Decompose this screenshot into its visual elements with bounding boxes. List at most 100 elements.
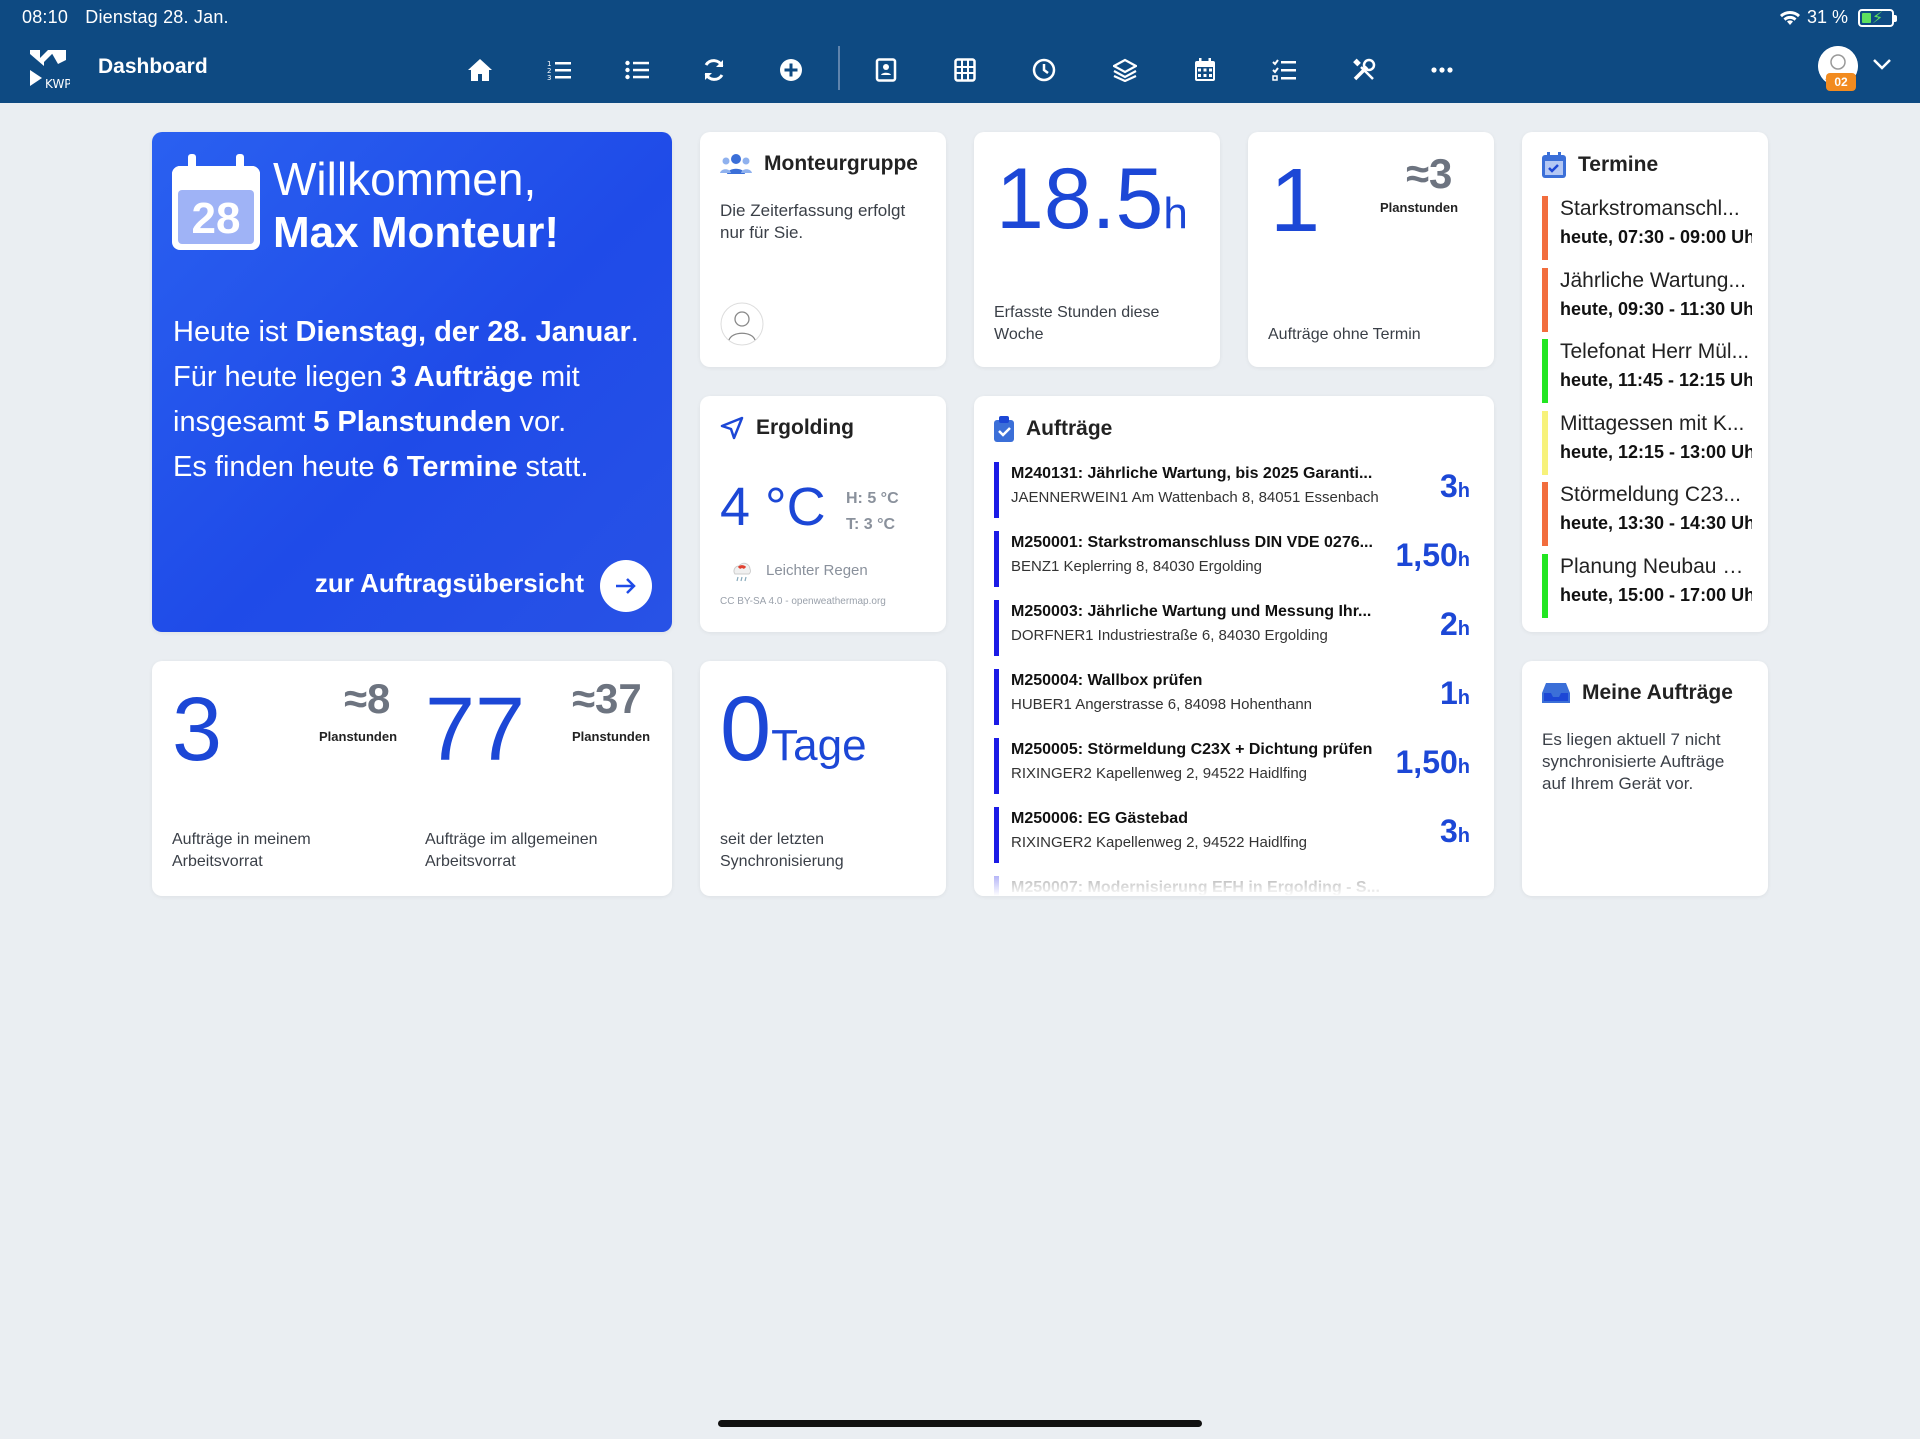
- welcome-card: 28 Willkommen, Max Monteur! Heute ist Di…: [152, 132, 672, 632]
- sync-card: 0Tage seit der letzten Synchronisierung: [700, 661, 946, 896]
- calendar-check-icon: [1542, 152, 1566, 178]
- termin-time: heute, 07:30 - 09:00 Uhr: [1560, 227, 1752, 247]
- order-hours: 1,50h: [1396, 744, 1471, 781]
- toolbar-divider: [838, 46, 840, 90]
- order-hours: 3h: [1440, 813, 1470, 850]
- weather-header: Ergolding: [720, 416, 854, 440]
- welcome-summary: Heute ist Dienstag, der 28. Januar. Für …: [173, 310, 663, 490]
- card-title: Monteurgruppe: [764, 152, 918, 175]
- termin-title: Planung Neubau E...: [1560, 554, 1752, 578]
- weather-high: H: 5 °C: [846, 490, 899, 507]
- numbered-list-icon[interactable]: 123: [545, 56, 573, 84]
- svg-text:KWP: KWP: [45, 77, 70, 90]
- termin-item[interactable]: Störmeldung C23... heute, 13:30 - 14:30 U…: [1542, 482, 1752, 546]
- welcome-heading: Willkommen, Max Monteur!: [273, 152, 559, 260]
- users-icon: [720, 154, 752, 174]
- termine-header: Termine: [1542, 152, 1658, 178]
- sync-number: 0: [720, 678, 772, 780]
- termin-item[interactable]: Jährliche Wartung... heute, 09:30 - 11:30…: [1542, 267, 1752, 332]
- arbeitsvorrat-card: 3 ≈8 Planstunden Aufträge in meinem Arbe…: [152, 661, 672, 896]
- order-hours: 2h: [1440, 606, 1470, 643]
- add-circle-icon[interactable]: [777, 56, 805, 84]
- mine-label: Aufträge in meinem Arbeitsvorrat: [172, 831, 311, 870]
- tools-icon[interactable]: [1350, 56, 1378, 84]
- order-hours-value: 1,50: [1395, 537, 1458, 573]
- mine-approx: ≈8: [344, 675, 391, 722]
- sync-icon[interactable]: [700, 56, 728, 84]
- unscheduled-approx-label: Planstunden: [1380, 200, 1459, 215]
- summary-text: Heute ist: [173, 316, 296, 348]
- order-hours-value: 2: [1439, 606, 1458, 642]
- hours-unit: h: [1163, 189, 1188, 238]
- summary-orders: 3 Aufträge: [390, 361, 533, 393]
- avatar: [720, 302, 764, 346]
- termin-title: Störmeldung C23...: [1560, 483, 1741, 506]
- card-title: Aufträge: [1026, 417, 1113, 440]
- summary-appointments: 6 Termine: [382, 451, 518, 483]
- order-item[interactable]: M250006: EG Gästebad RIXINGER2 Kapellenwe…: [994, 807, 1470, 863]
- hours-number: 18.5: [996, 151, 1164, 247]
- summary-text: insgesamt: [173, 406, 314, 438]
- termin-title: Starkstromanschl...: [1560, 197, 1740, 220]
- auftraege-card: Aufträge M240131: Jährliche Wartung, bis…: [974, 396, 1494, 896]
- status-time: 08:10: [22, 7, 69, 27]
- order-item[interactable]: M250004: Wallbox prüfen HUBER1 Angerstras…: [994, 669, 1470, 725]
- welcome-name: Max Monteur!: [273, 208, 559, 257]
- list-fade: [974, 868, 1494, 896]
- termin-time: heute, 13:30 - 14:30 Uhr: [1560, 513, 1752, 533]
- more-icon[interactable]: [1428, 56, 1456, 84]
- order-item[interactable]: M250001: Starkstromanschluss DIN VDE 027…: [994, 531, 1470, 587]
- weather-card: Ergolding 4 °C H: 5 °C T: 3 °C Leichter …: [700, 396, 946, 632]
- arrow-right-button[interactable]: [600, 560, 652, 612]
- order-title: M250005: Störmeldung C23X + Dichtung prü…: [1011, 741, 1373, 758]
- order-hours-unit: h: [1457, 756, 1470, 778]
- unscheduled-approx: ≈3: [1406, 150, 1453, 197]
- general-label: Aufträge im allgemeinen Arbeitsvorrat: [425, 831, 598, 870]
- monteurgruppe-header: Monteurgruppe: [720, 152, 918, 176]
- sync-label: seit der letzten Synchronisierung: [720, 831, 844, 870]
- termin-title: Mittagessen mit K...: [1560, 411, 1745, 435]
- order-item[interactable]: M240131: Jährliche Wartung, bis 2025 Gar…: [994, 462, 1470, 518]
- weather-credit[interactable]: CC BY-SA 4.0 - openweathermap.org: [720, 596, 886, 607]
- chevron-down-icon[interactable]: [1872, 58, 1892, 70]
- termin-time: heute, 15:00 - 17:00 Uhr: [1560, 584, 1752, 605]
- weather-city: Ergolding: [756, 416, 854, 439]
- order-title: M250003: Jährliche Wartung und Messung I…: [1011, 603, 1372, 620]
- order-hours: 3h: [1440, 468, 1470, 505]
- checklist-icon[interactable]: [1270, 56, 1298, 84]
- contact-book-icon[interactable]: [872, 56, 900, 84]
- calendar-icon[interactable]: [1191, 56, 1219, 84]
- home-icon[interactable]: [466, 56, 494, 84]
- clock-icon[interactable]: [1030, 56, 1058, 84]
- order-hours-value: 1: [1439, 675, 1458, 711]
- order-address: RIXINGER2 Kapellenweg 2, 94522 Haidlfing: [1011, 834, 1308, 851]
- card-title: Meine Aufträge: [1582, 681, 1733, 704]
- order-hours-unit: h: [1457, 480, 1470, 502]
- meine-text: Es liegen aktuell 7 nicht synchronisiert…: [1542, 730, 1725, 793]
- summary-text: Für heute liegen: [173, 361, 391, 393]
- termin-title: Jährliche Wartung...: [1560, 268, 1746, 292]
- order-hours-unit: h: [1457, 687, 1470, 709]
- general-approx: ≈37: [572, 675, 642, 722]
- termin-item[interactable]: Planung Neubau E... heute, 15:00 - 17:00 …: [1542, 553, 1752, 618]
- auftraege-header: Aufträge: [994, 416, 1112, 442]
- termin-item[interactable]: Starkstromanschl... heute, 07:30 - 09:00 …: [1542, 196, 1752, 260]
- termin-item[interactable]: Mittagessen mit K... heute, 12:15 - 13:00…: [1542, 410, 1752, 475]
- termin-item[interactable]: Telefonat Herr Mül... heute, 11:45 - 12:1…: [1542, 339, 1752, 403]
- order-item[interactable]: M250005: Störmeldung C23X + Dichtung prü…: [994, 738, 1470, 794]
- order-hours-value: 1,50: [1395, 744, 1458, 780]
- layers-icon[interactable]: [1111, 56, 1139, 84]
- rain-cloud-icon: [733, 562, 751, 582]
- order-address: DORFNER1 Industriestraße 6, 84030 Ergold…: [1011, 627, 1328, 644]
- termin-time: heute, 12:15 - 13:00 Uhr: [1560, 441, 1752, 462]
- list-icon[interactable]: [623, 56, 651, 84]
- grid-icon[interactable]: [951, 56, 979, 84]
- svg-text:3: 3: [547, 74, 551, 81]
- order-hours: 1h: [1440, 675, 1470, 712]
- order-address: HUBER1 Angerstrasse 6, 84098 Hohenthann: [1011, 696, 1313, 713]
- order-title: M250004: Wallbox prüfen: [1011, 672, 1203, 689]
- order-overview-link[interactable]: zur Auftragsübersicht: [315, 568, 584, 599]
- order-item[interactable]: M250003: Jährliche Wartung und Messung I…: [994, 600, 1470, 656]
- wifi-icon: [1779, 10, 1800, 25]
- home-indicator[interactable]: [718, 1420, 1202, 1427]
